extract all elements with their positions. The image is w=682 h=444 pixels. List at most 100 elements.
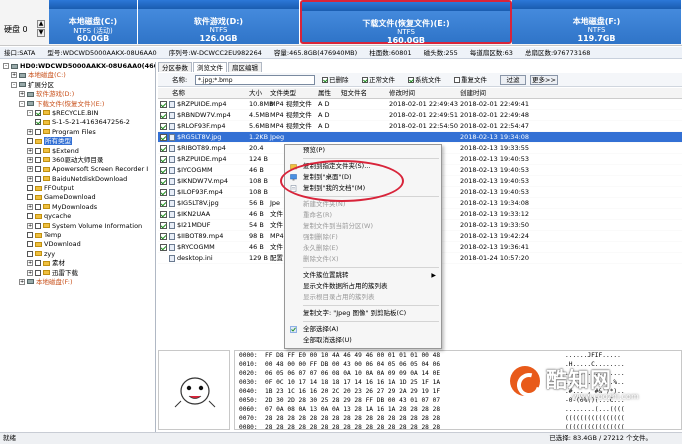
collapse-icon[interactable]: - <box>19 100 25 107</box>
file-checkbox[interactable] <box>160 222 167 229</box>
tab-partition-params[interactable]: 分区参数 <box>158 62 192 72</box>
expand-icon[interactable]: + <box>27 269 33 276</box>
expand-icon[interactable]: + <box>27 128 33 135</box>
col-created-header[interactable]: 创建时间 <box>460 88 486 99</box>
expand-icon[interactable]: + <box>27 203 33 210</box>
expand-icon[interactable]: + <box>19 91 25 98</box>
tab-browse-files[interactable]: 浏览文件 <box>193 62 227 72</box>
file-row[interactable]: $RZPUIDE.mp4 10.8MB MP4 视频文件 A D 2018-02-01 … <box>158 99 682 110</box>
disk-prev-button[interactable]: ▲ <box>37 20 45 28</box>
expand-icon[interactable]: + <box>11 72 17 79</box>
collapse-icon[interactable]: - <box>11 81 17 88</box>
expand-icon[interactable]: + <box>27 147 33 154</box>
tree-checkbox[interactable] <box>27 138 33 145</box>
tree-node[interactable]: GameDownload <box>0 193 155 202</box>
expand-icon[interactable]: + <box>19 278 25 285</box>
tree-checkbox[interactable] <box>35 109 41 116</box>
tree-checkbox[interactable] <box>27 250 33 257</box>
filter-duplicate-checkbox[interactable]: 重复文件 <box>454 73 487 87</box>
tree-checkbox[interactable] <box>27 232 33 239</box>
menu-item[interactable]: 文件簇位置跳转 ▶ <box>285 270 441 281</box>
file-checkbox[interactable] <box>160 112 167 119</box>
col-size-header[interactable]: 大小 <box>249 88 262 99</box>
partition-e[interactable]: 下载文件(恢复文件)(E:) NTFS 160.0GB <box>300 0 512 45</box>
file-checkbox[interactable] <box>160 200 167 207</box>
tree-node[interactable]: + Program Files <box>0 128 155 137</box>
tree-checkbox[interactable] <box>35 128 41 135</box>
directory-tree[interactable]: -HD0:WDCWD5000AAKX-08U6AA0(466GB)+本地磁盘(C… <box>0 62 156 432</box>
tree-checkbox[interactable] <box>27 185 33 192</box>
filter-deleted-checkbox[interactable]: 已删除 <box>322 73 349 87</box>
tree-node[interactable]: + MyDownloads <box>0 203 155 212</box>
tree-node[interactable]: + $Extend <box>0 147 155 156</box>
filter-normal-checkbox[interactable]: 正常文件 <box>362 73 395 87</box>
tree-node[interactable]: - $RECYCLE.BIN <box>0 109 155 118</box>
file-checkbox[interactable] <box>160 134 167 141</box>
tree-node[interactable]: + Apowersoft Screen Recorder I <box>0 165 155 174</box>
col-short-header[interactable]: 短文件名 <box>341 88 367 99</box>
tree-checkbox[interactable] <box>35 222 41 229</box>
menu-item[interactable]: 预览(P) <box>285 145 441 156</box>
file-checkbox[interactable] <box>160 156 167 163</box>
file-checkbox[interactable] <box>160 167 167 174</box>
collapse-icon[interactable]: - <box>27 109 33 116</box>
file-checkbox[interactable] <box>160 101 167 108</box>
file-checkbox[interactable] <box>160 233 167 240</box>
file-row[interactable]: $RBNDW7V.mp4 4.5MB MP4 视频文件 A D 2018-02-01 2… <box>158 110 682 121</box>
file-checkbox[interactable] <box>160 123 167 130</box>
tree-node[interactable]: +360驱动大师目录 <box>0 156 155 165</box>
tree-checkbox[interactable] <box>35 203 41 210</box>
tree-node[interactable]: S-1-5-21-4163647256-2 <box>0 118 155 127</box>
file-row[interactable]: $RG5LT8V.jpg 1.2KB Jpeg 2018-02-13 19:34:08 <box>158 132 682 143</box>
menu-item[interactable]: 复制到"桌面"(D) <box>285 172 441 183</box>
col-type-header[interactable]: 文件类型 <box>270 88 296 99</box>
col-attr-header[interactable]: 属性 <box>318 88 331 99</box>
menu-item[interactable]: 全部选择(A) <box>285 324 441 335</box>
tree-node[interactable]: + 软件游戏(D:) <box>0 90 155 99</box>
menu-item[interactable]: 显示文件数据所占用的簇列表 <box>285 281 441 292</box>
tree-checkbox[interactable] <box>35 156 41 163</box>
expand-icon[interactable]: + <box>27 260 33 267</box>
filter-button[interactable]: 过滤 <box>500 75 526 85</box>
tree-node[interactable]: - 扩展分区 <box>0 81 155 90</box>
tree-checkbox[interactable] <box>35 175 41 182</box>
tree-node[interactable]: + 本地磁盘(F:) <box>0 278 155 287</box>
expand-icon[interactable]: + <box>27 175 33 182</box>
tree-node[interactable]: zyy <box>0 250 155 259</box>
tree-checkbox[interactable] <box>27 194 33 201</box>
col-name-header[interactable]: 名称 <box>172 88 185 99</box>
tree-node[interactable]: FFOutput <box>0 184 155 193</box>
tree-checkbox[interactable] <box>27 213 33 220</box>
menu-item[interactable]: 复制文字: "Jpeg 图像" 到剪贴板(C) <box>285 308 441 319</box>
tree-node[interactable]: + 本地磁盘(C:) <box>0 71 155 80</box>
tree-node[interactable]: + 素材 <box>0 259 155 268</box>
file-checkbox[interactable] <box>160 145 167 152</box>
filter-name-input[interactable]: *.jpg;*.bmp <box>195 75 315 85</box>
partition-c[interactable]: 本地磁盘(C:) NTFS (活动) 60.0GB <box>49 0 138 44</box>
tree-node[interactable]: qycache <box>0 212 155 221</box>
tree-checkbox[interactable] <box>35 166 41 173</box>
tree-node[interactable]: + System Volume Information <box>0 222 155 231</box>
tab-sector-edit[interactable]: 扇区编辑 <box>228 62 262 72</box>
menu-item[interactable]: 全部取消选择(U) <box>285 335 441 346</box>
file-checkbox[interactable] <box>160 211 167 218</box>
file-checkbox[interactable] <box>160 178 167 185</box>
tree-checkbox[interactable] <box>35 260 41 267</box>
file-row[interactable]: $RLOF93F.mp4 5.6MB MP4 视频文件 A D 2018-02-01 2… <box>158 121 682 132</box>
tree-node[interactable]: VDownload <box>0 240 155 249</box>
filter-system-checkbox[interactable]: 系统文件 <box>408 73 441 87</box>
file-checkbox[interactable] <box>160 189 167 196</box>
expand-icon[interactable]: + <box>27 166 33 173</box>
tree-node[interactable]: + BaiduNetdiskDownload <box>0 175 155 184</box>
expand-icon[interactable]: + <box>27 156 33 163</box>
tree-node[interactable]: - 下载文件(恢复文件)(E:) <box>0 100 155 109</box>
tree-checkbox[interactable] <box>35 147 41 154</box>
expand-icon[interactable]: + <box>27 222 33 229</box>
col-modified-header[interactable]: 修改时间 <box>389 88 415 99</box>
menu-item[interactable]: 复制到指定文件夹(S)... <box>285 161 441 172</box>
collapse-icon[interactable]: - <box>3 63 9 69</box>
menu-item[interactable]: 复制到"我的文档"(M) <box>285 183 441 194</box>
tree-checkbox[interactable] <box>35 119 41 126</box>
tree-node[interactable]: 所有类型 <box>0 137 155 146</box>
disk-next-button[interactable]: ▼ <box>37 29 45 37</box>
